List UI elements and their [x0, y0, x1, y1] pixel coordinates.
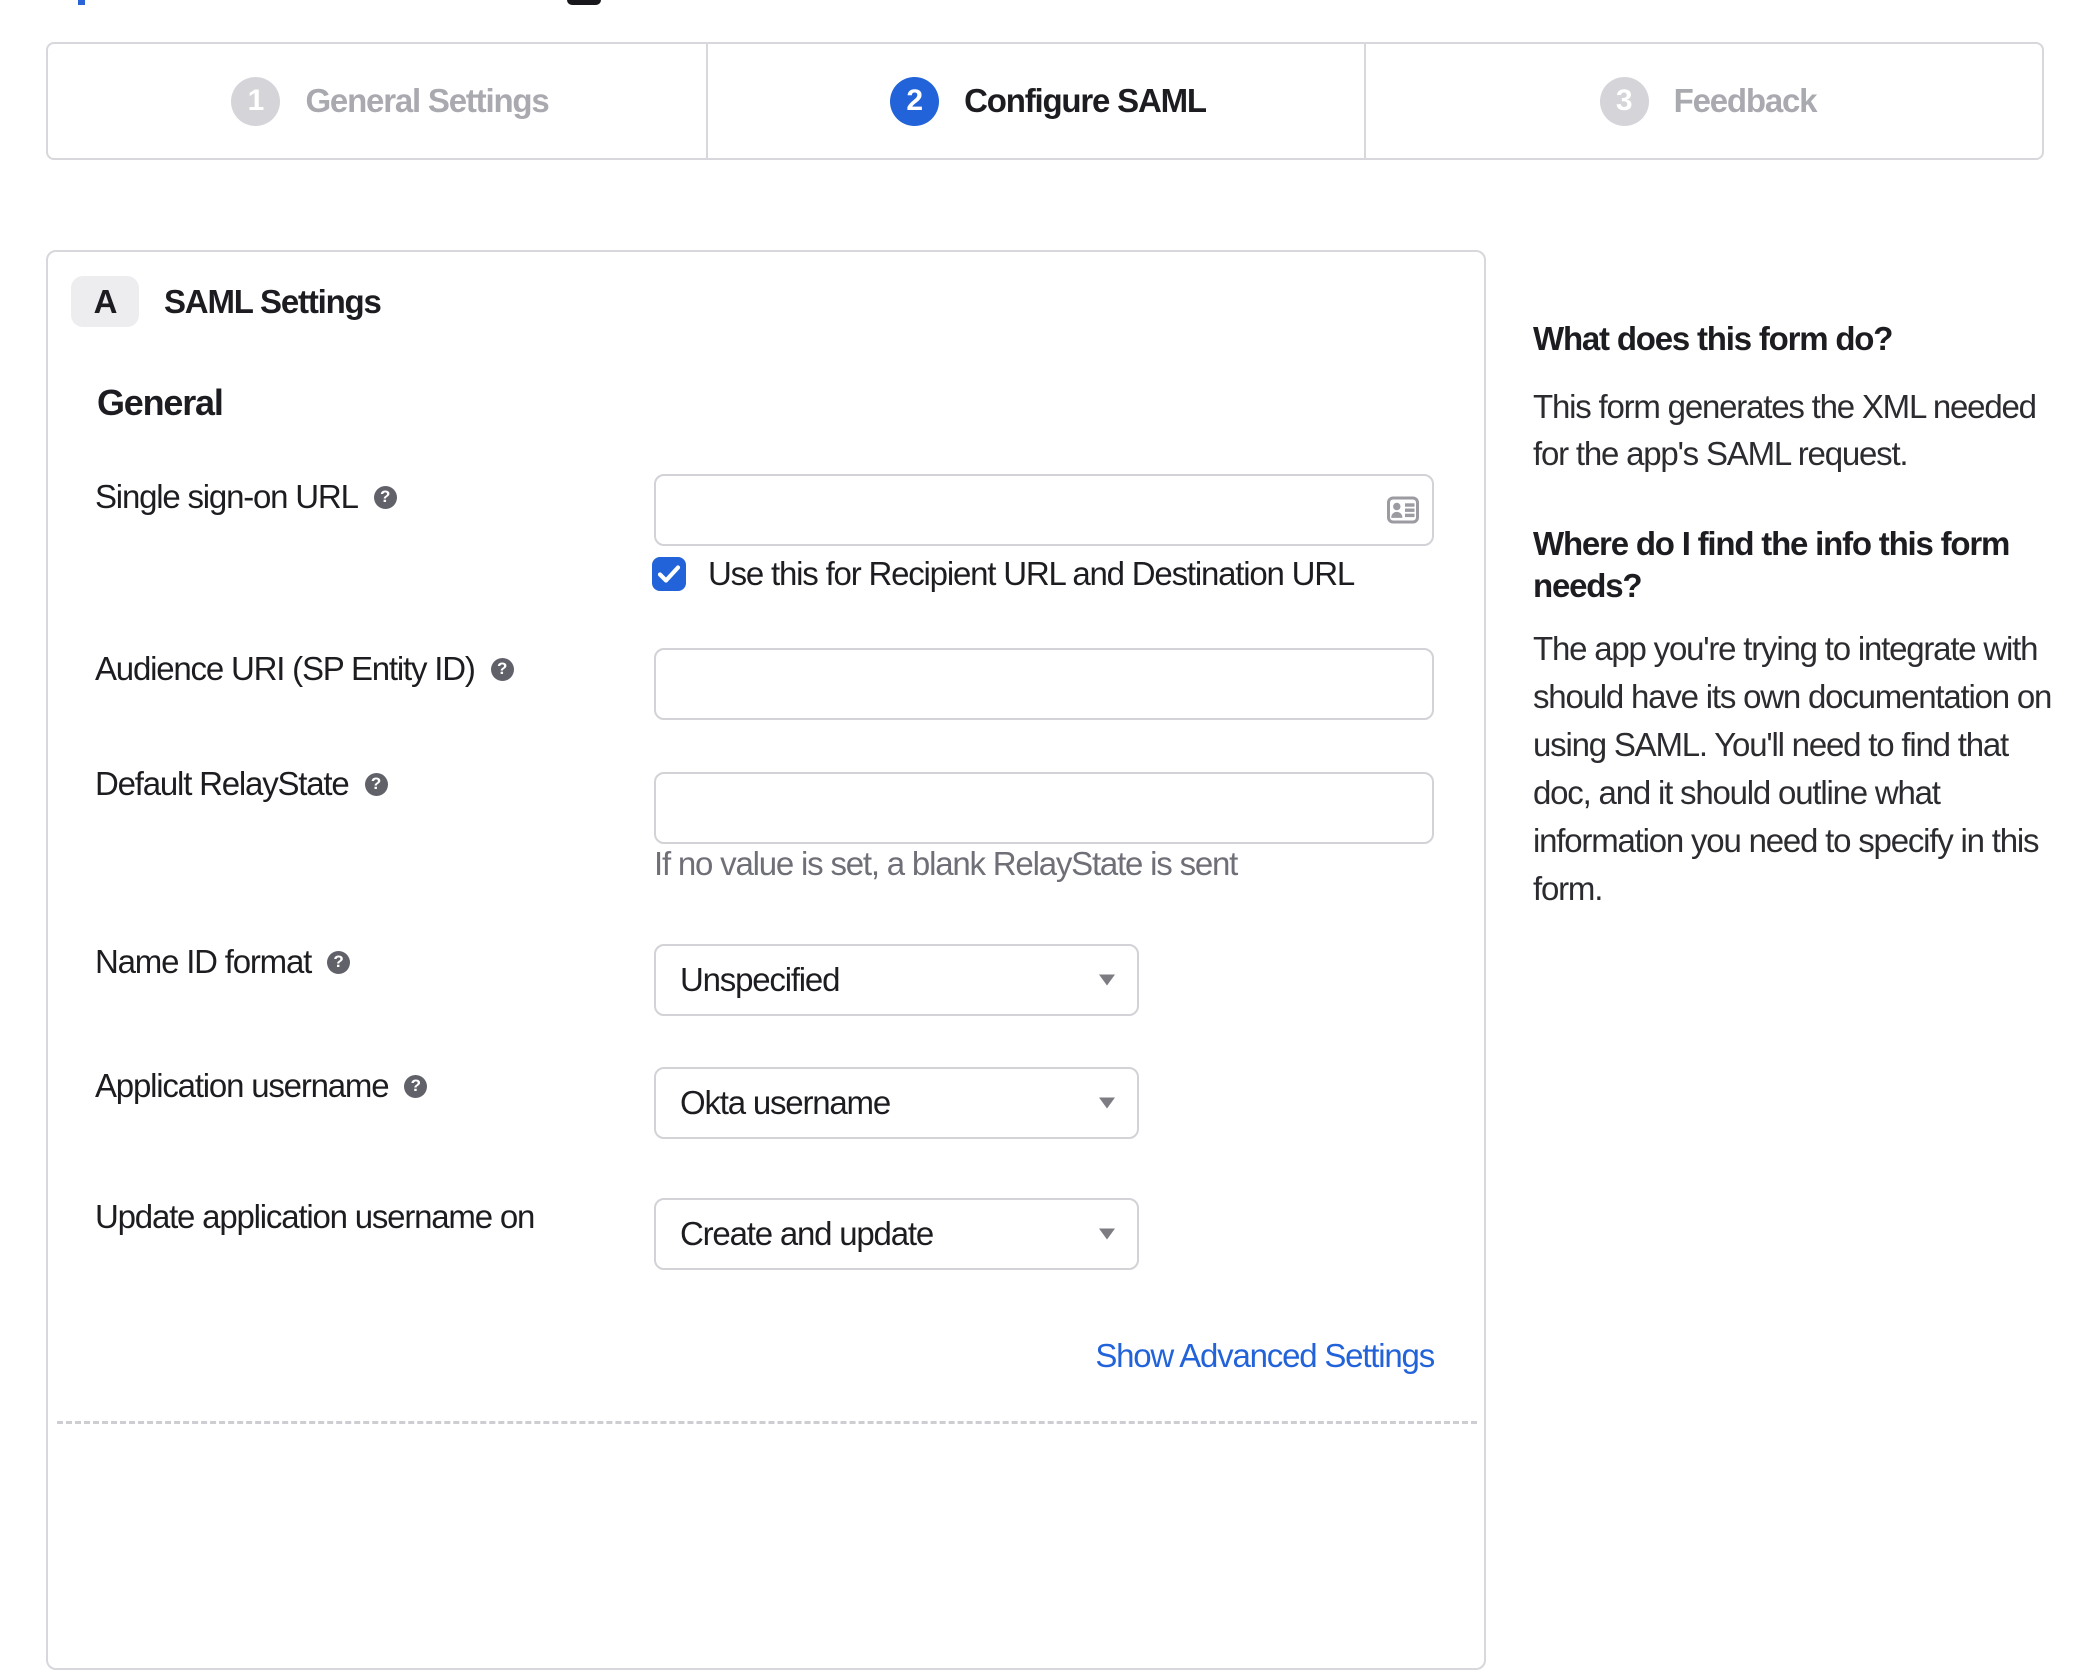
step-3-label: Feedback: [1673, 82, 1818, 119]
id-card-icon[interactable]: [1387, 496, 1419, 524]
sidebar-answer-1: This form generates the XML needed for t…: [1533, 388, 2037, 472]
help-icon[interactable]: ?: [327, 950, 351, 974]
name-id-format-label-row: Name ID format ?: [95, 942, 351, 982]
section-letter-badge: A: [71, 276, 139, 327]
general-group-heading: General: [97, 382, 224, 423]
sso-url-label: Single sign-on URL: [95, 478, 359, 515]
update-username-select[interactable]: Create and update: [654, 1198, 1139, 1270]
update-username-value: Create and update: [680, 1215, 934, 1252]
step-general-settings[interactable]: 1 General Settings: [48, 44, 706, 158]
sidebar-answer-2: The app you're trying to integrate with …: [1533, 630, 2052, 907]
step-2-number: 2: [890, 76, 940, 126]
name-id-format-select[interactable]: Unspecified: [654, 944, 1139, 1016]
step-2-label: Configure SAML: [964, 82, 1207, 119]
chevron-down-icon: [1099, 1097, 1115, 1109]
recipient-url-checkbox-label: Use this for Recipient URL and Destinati…: [708, 555, 1355, 592]
relay-state-input[interactable]: [654, 772, 1434, 844]
recipient-url-checkbox[interactable]: [652, 557, 686, 591]
section-dashed-divider: [57, 1421, 1477, 1424]
audience-uri-label-row: Audience URI (SP Entity ID) ?: [95, 649, 514, 689]
relay-state-label: Default RelayState: [95, 765, 350, 802]
application-username-value: Okta username: [680, 1084, 891, 1121]
recipient-url-checkbox-row: Use this for Recipient URL and Destinati…: [652, 555, 1355, 592]
help-icon[interactable]: ?: [373, 485, 397, 509]
step-feedback[interactable]: 3 Feedback: [1364, 44, 2042, 158]
sidebar-question-2: Where do I find the info this form needs…: [1533, 525, 2010, 604]
name-id-format-label: Name ID format: [95, 943, 312, 980]
update-username-label-row: Update application username on: [95, 1197, 535, 1237]
update-username-label: Update application username on: [95, 1198, 535, 1235]
application-username-select[interactable]: Okta username: [654, 1067, 1139, 1139]
application-username-label: Application username: [95, 1067, 390, 1104]
help-icon[interactable]: ?: [364, 772, 388, 796]
sso-url-label-row: Single sign-on URL ?: [95, 477, 397, 517]
chevron-down-icon: [1099, 1228, 1115, 1240]
check-icon: [657, 565, 681, 583]
sidebar-question-1: What does this form do?: [1533, 320, 1893, 357]
audience-uri-input[interactable]: [654, 648, 1434, 720]
step-3-number: 3: [1599, 76, 1649, 126]
sso-url-input[interactable]: [654, 474, 1434, 546]
saml-settings-card: A SAML Settings General Single sign-on U…: [46, 250, 1486, 1670]
step-configure-saml[interactable]: 2 Configure SAML: [706, 44, 1364, 158]
help-icon[interactable]: ?: [404, 1074, 428, 1098]
clipped-title-fragment-blue: [78, 0, 85, 5]
help-icon[interactable]: ?: [490, 657, 514, 681]
relay-state-label-row: Default RelayState ?: [95, 764, 388, 804]
step-1-number: 1: [231, 76, 281, 126]
chevron-down-icon: [1099, 974, 1115, 986]
relay-state-helper-text: If no value is set, a blank RelayState i…: [654, 845, 1238, 882]
section-header: A SAML Settings: [71, 276, 382, 327]
show-advanced-settings-link[interactable]: Show Advanced Settings: [1095, 1337, 1435, 1375]
clipped-title-fragment-descender: [567, 0, 601, 5]
sso-url-input-wrap: [654, 474, 1434, 546]
section-title: SAML Settings: [164, 282, 382, 320]
step-1-label: General Settings: [305, 82, 549, 119]
audience-uri-label: Audience URI (SP Entity ID): [95, 650, 476, 687]
wizard-step-bar: 1 General Settings 2 Configure SAML 3 Fe…: [46, 42, 2044, 160]
name-id-format-value: Unspecified: [680, 961, 840, 998]
application-username-label-row: Application username ?: [95, 1066, 428, 1106]
